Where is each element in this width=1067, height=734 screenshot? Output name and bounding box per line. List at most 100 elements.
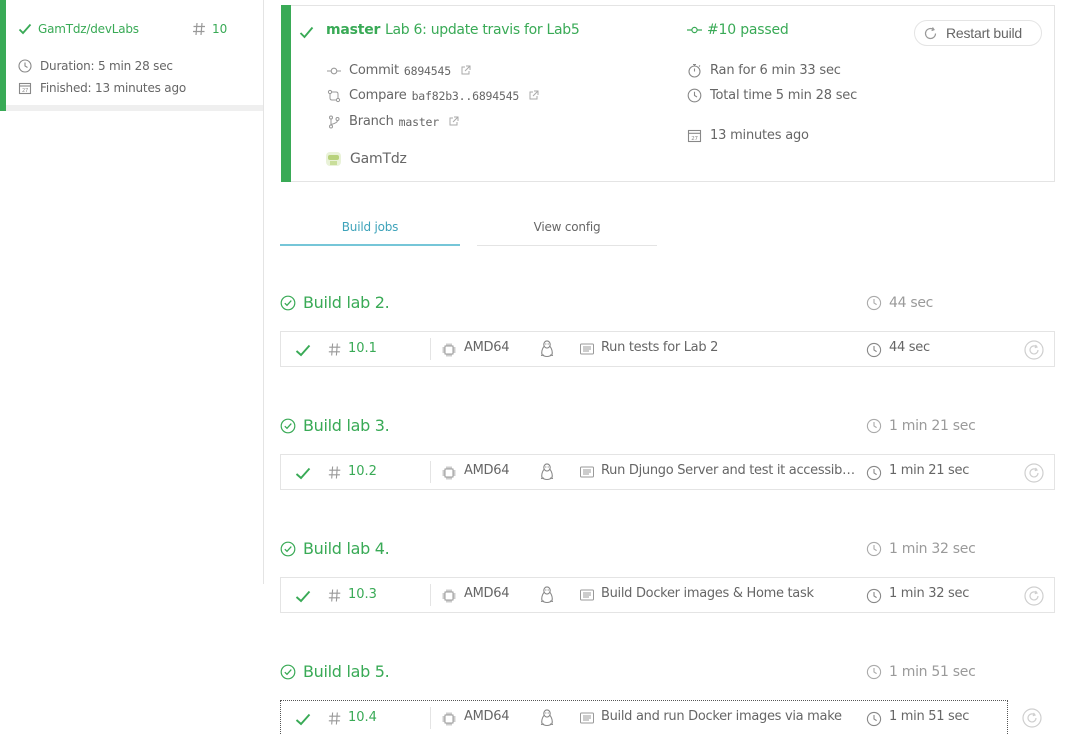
clock-icon [866,664,882,680]
branch-row[interactable]: Branch master [327,114,459,129]
job-arch: AMD64 [464,340,510,355]
restart-icon [923,26,938,41]
sidebar-build-card[interactable]: GamTdz/devLabs 10 Duration: 5 min 28 sec… [0,0,263,111]
commit-sha[interactable]: 6894545 [404,64,451,78]
avatar [325,151,342,167]
restart-build-label: Restart build [946,25,1022,41]
job-row[interactable]: 10.3 AMD64 Build Docker images & Home task… [280,577,1055,613]
restart-icon[interactable] [1024,463,1044,483]
divider [430,584,431,606]
clock-icon [866,711,882,727]
sidebar-finished: 27 Finished: 13 minutes ago [18,81,186,95]
commit-row[interactable]: Commit 6894545 [327,63,471,78]
job-duration: 1 min 21 sec [889,463,970,478]
check-icon [295,467,311,480]
divider [430,461,431,483]
external-link-icon[interactable] [528,90,539,101]
job-arch: AMD64 [464,586,510,601]
sidebar-repo[interactable]: GamTdz/devLabs [18,22,139,36]
clock-icon [866,588,882,604]
check-icon [295,590,311,603]
stage-title-text: Build lab 5. [303,662,390,681]
job-row[interactable]: 10.4 AMD64 Build and run Docker images via… [280,700,1008,734]
linux-penguin-icon [540,709,554,727]
stage-duration: 1 min 51 sec [866,664,976,680]
tab-view-config[interactable]: View config [477,215,657,246]
circle-check-icon [280,418,296,434]
document-icon [580,466,594,478]
clock-icon [687,88,702,103]
sidebar-build-number[interactable]: 10 [192,22,227,36]
hash-icon [328,712,341,725]
clock-icon [18,59,32,73]
tab-build-jobs[interactable]: Build jobs [280,215,460,246]
build-status-stripe [281,5,291,182]
build-status-text[interactable]: #10 passed [707,22,789,38]
job-name: Build Docker images & Home task [601,586,814,601]
job-duration: 1 min 51 sec [889,709,970,724]
sidebar-duration-text: Duration: 5 min 28 sec [40,59,173,73]
job-number[interactable]: 10.3 [348,587,377,602]
compare-row[interactable]: Compare baf82b3..6894545 [327,88,539,103]
compare-range[interactable]: baf82b3..6894545 [412,89,520,103]
document-icon [580,712,594,724]
stage-duration: 1 min 21 sec [866,418,976,434]
linux-penguin-icon [540,463,554,481]
stage-duration-text: 1 min 51 sec [889,664,976,680]
ran-for-text: Ran for 6 min 33 sec [710,63,841,78]
compare-label: Compare [349,88,407,103]
restart-build-button[interactable]: Restart build [914,20,1042,46]
linux-penguin-icon [540,586,554,604]
job-duration: 44 sec [889,340,930,355]
cpu-chip-icon [442,343,456,357]
stage-title: Build lab 4. [280,539,390,558]
document-icon [580,589,594,601]
hash-icon [192,22,206,36]
stage-title: Build lab 3. [280,416,390,435]
stage-title-text: Build lab 2. [303,293,390,312]
external-link-icon[interactable] [460,65,471,76]
linux-penguin-icon [540,340,554,358]
hash-icon [328,466,341,479]
build-status[interactable]: #10 passed [687,22,789,38]
total-time-text: Total time 5 min 28 sec [710,88,858,103]
stage-duration-text: 1 min 21 sec [889,418,976,434]
stage-duration-text: 44 sec [889,295,934,311]
clock-icon [866,418,882,434]
external-link-icon[interactable] [448,116,459,127]
svg-text:27: 27 [691,136,698,142]
restart-icon[interactable] [1022,708,1042,728]
calendar-icon: 27 [687,128,702,143]
clock-icon [866,342,882,358]
clock-icon [866,465,882,481]
total-time-row: Total time 5 min 28 sec [687,88,857,103]
sidebar-build-number-label[interactable]: 10 [212,22,227,36]
job-row[interactable]: 10.2 AMD64 Run Djungo Server and test it a… [280,454,1055,490]
cpu-chip-icon [442,712,456,726]
divider [430,338,431,360]
branch-name[interactable]: master [399,115,440,129]
status-stripe [0,0,6,111]
stage-title: Build lab 2. [280,293,390,312]
job-number[interactable]: 10.2 [348,464,377,479]
job-arch: AMD64 [464,709,510,724]
check-icon [295,344,311,357]
finished-text: 13 minutes ago [710,128,809,143]
stage-title-text: Build lab 3. [303,416,390,435]
stage-duration: 1 min 32 sec [866,541,976,557]
document-icon [580,343,594,355]
job-number[interactable]: 10.1 [348,341,377,356]
commit-message[interactable]: Lab 6: update travis for Lab5 [385,22,580,38]
restart-icon[interactable] [1024,586,1044,606]
hash-icon [328,589,341,602]
branch-label: Branch [349,114,394,129]
ran-for-row: Ran for 6 min 33 sec [687,63,841,78]
branch-link[interactable]: master [326,22,380,38]
divider [430,707,431,729]
restart-icon[interactable] [1024,340,1044,360]
job-arch: AMD64 [464,463,510,478]
job-duration: 1 min 32 sec [889,586,970,601]
job-number[interactable]: 10.4 [348,710,377,725]
sidebar-repo-name[interactable]: GamTdz/devLabs [38,22,139,36]
job-row[interactable]: 10.1 AMD64 Run tests for Lab 2 44 sec [280,331,1055,367]
